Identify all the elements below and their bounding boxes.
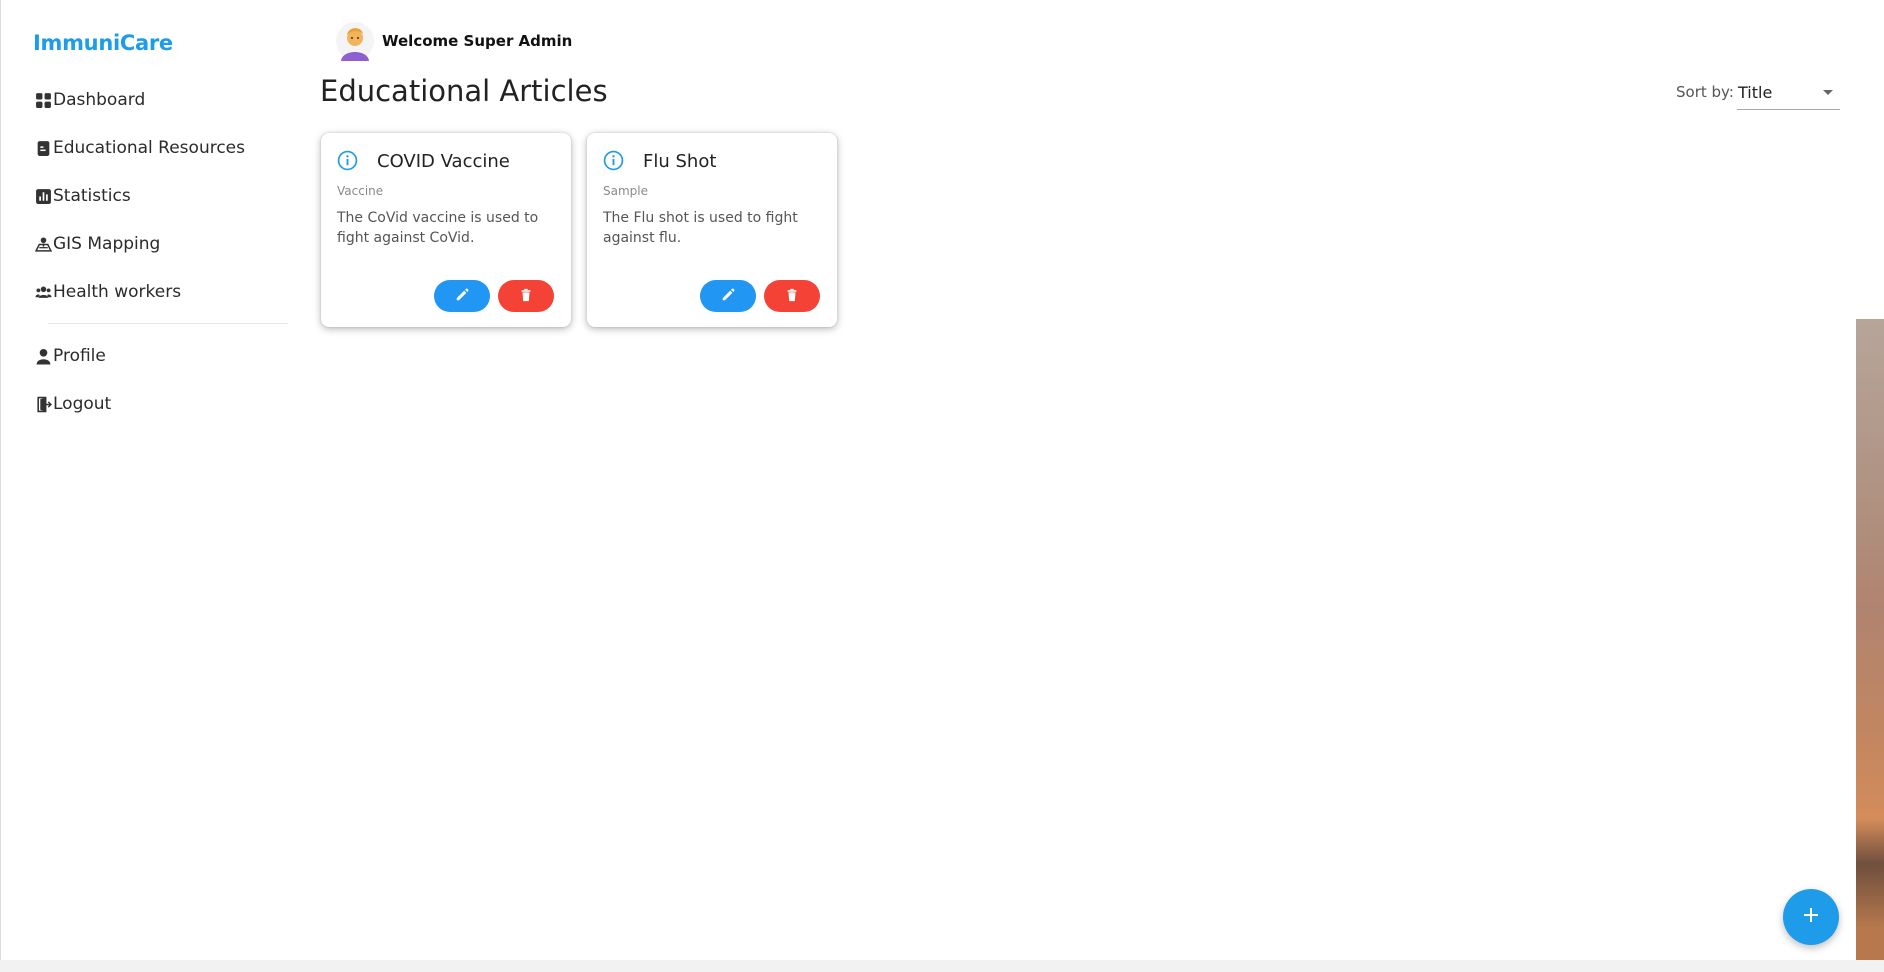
sidebar-item-gis-mapping[interactable]: GIS Mapping [34, 229, 160, 259]
sidebar-item-label: GIS Mapping [53, 234, 161, 254]
plus-icon [1802, 906, 1820, 928]
sort-label: Sort by: [1676, 83, 1734, 101]
article-card: COVID Vaccine Vaccine The CoVid vaccine … [321, 133, 571, 327]
dashboard-icon [34, 91, 52, 109]
page-title: Educational Articles [320, 74, 608, 108]
sidebar-item-educational-resources[interactable]: Educational Resources [34, 133, 245, 163]
article-category: Sample [603, 184, 648, 198]
edit-button[interactable] [700, 280, 756, 312]
sidebar-item-statistics[interactable]: Statistics [34, 181, 131, 211]
sidebar-item-label: Statistics [53, 186, 131, 206]
trash-icon [519, 288, 533, 305]
delete-button[interactable] [498, 280, 554, 312]
info-icon[interactable] [337, 150, 358, 171]
sidebar-item-health-workers[interactable]: Health workers [34, 277, 181, 307]
chevron-down-icon [1823, 90, 1833, 95]
sidebar-item-label: Profile [53, 346, 106, 366]
sort-select[interactable]: Title [1737, 78, 1840, 110]
article-card: Flu Shot Sample The Flu shot is used to … [587, 133, 837, 327]
sidebar-item-label: Logout [53, 394, 112, 414]
map-icon [34, 235, 52, 253]
sidebar-item-profile[interactable]: Profile [34, 341, 106, 371]
info-icon[interactable] [603, 150, 624, 171]
welcome-text: Welcome Super Admin [382, 32, 573, 50]
sidebar: ImmuniCare Dashboard Educational Resourc… [0, 0, 300, 960]
article-category: Vaccine [337, 184, 384, 198]
sidebar-item-logout[interactable]: Logout [34, 389, 111, 419]
pencil-icon [721, 288, 735, 305]
article-title: Flu Shot [643, 151, 717, 172]
user-icon [34, 347, 52, 365]
trash-icon [785, 288, 799, 305]
people-icon [34, 283, 52, 301]
delete-button[interactable] [764, 280, 820, 312]
document-icon [34, 139, 52, 157]
logout-icon [34, 395, 52, 413]
article-description: The CoVid vaccine is used to fight again… [337, 210, 539, 246]
sort-value: Title [1738, 83, 1773, 102]
article-title: COVID Vaccine [377, 151, 510, 172]
sidebar-item-label: Dashboard [53, 90, 146, 110]
sidebar-item-label: Health workers [53, 282, 182, 302]
sidebar-divider [48, 323, 288, 324]
edit-button[interactable] [434, 280, 490, 312]
chart-icon [34, 187, 52, 205]
sidebar-item-label: Educational Resources [53, 138, 245, 158]
avatar[interactable] [336, 21, 374, 61]
window-bottom-edge [0, 960, 1884, 972]
add-article-button[interactable] [1783, 889, 1839, 945]
background-image-edge [1856, 319, 1884, 960]
sidebar-item-dashboard[interactable]: Dashboard [34, 85, 145, 115]
brand-logo[interactable]: ImmuniCare [33, 31, 173, 55]
pencil-icon [455, 288, 469, 305]
article-description: The Flu shot is used to fight against fl… [603, 210, 798, 246]
